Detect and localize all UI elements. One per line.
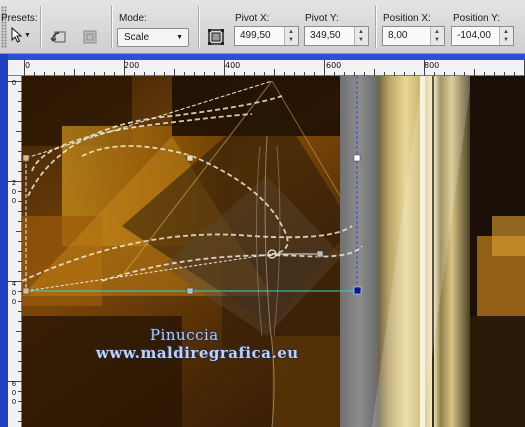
pivot-y-spinner[interactable]: ▲ ▼ [354, 27, 368, 45]
mode-select-value: Scale [124, 32, 150, 43]
pointer-tool-icon [11, 27, 23, 43]
pivot-button[interactable] [205, 26, 227, 48]
tool-options-toolbar: Presets: ▼ Mode: Scale ▼ Pivot X: 499,50… [0, 0, 525, 54]
pivot-y-value: 349,50 [310, 30, 341, 41]
image-canvas[interactable]: Pinuccia www.maldiregrafica.eu [22, 76, 525, 427]
toolbar-separator [111, 6, 113, 48]
deform-icon [83, 30, 97, 44]
ruler-label: 600 [326, 61, 342, 70]
ruler-label: 600 [11, 380, 17, 406]
position-x-value: 8,00 [388, 30, 408, 41]
window-border [0, 54, 8, 427]
position-y-label: Position Y: [453, 13, 501, 24]
spin-down-icon[interactable]: ▼ [288, 37, 294, 43]
watermark-name: Pinuccia [150, 326, 219, 344]
ruler-ticks [8, 81, 22, 422]
spin-up-icon[interactable]: ▲ [288, 29, 294, 35]
ruler-ticks [24, 60, 525, 76]
vertical-ruler: 0 200 400 600 [8, 76, 22, 427]
ruler-label: 200 [11, 179, 17, 205]
ruler-label: 400 [225, 61, 241, 70]
spin-up-icon[interactable]: ▲ [434, 29, 440, 35]
pivot-x-label: Pivot X: [235, 13, 270, 24]
pivot-frame-icon [208, 29, 224, 45]
spin-down-icon[interactable]: ▼ [434, 37, 440, 43]
mode-select[interactable]: Scale ▼ [117, 28, 189, 47]
toolbar-separator [375, 6, 377, 48]
ruler-label: 400 [11, 280, 17, 306]
spin-down-icon[interactable]: ▼ [358, 37, 364, 43]
pivot-x-spinner[interactable]: ▲ ▼ [284, 27, 298, 45]
presets-label: Presets: [1, 13, 38, 24]
watermark-url: www.maldiregrafica.eu [96, 344, 299, 362]
pivot-x-input[interactable]: 499,50 ▲ ▼ [234, 26, 299, 46]
ruler-label: 0 [11, 79, 17, 87]
spin-down-icon[interactable]: ▼ [503, 37, 509, 43]
horizontal-ruler-scale: 0 200 400 600 800 [8, 60, 525, 76]
pivot-x-value: 499,50 [240, 30, 271, 41]
free-deform-button[interactable] [79, 26, 101, 48]
position-x-spinner[interactable]: ▲ ▼ [430, 27, 444, 45]
position-y-spinner[interactable]: ▲ ▼ [499, 27, 513, 45]
pivot-y-label: Pivot Y: [305, 13, 339, 24]
ruler-label: 200 [124, 61, 140, 70]
position-y-input[interactable]: -104,00 ▲ ▼ [451, 26, 514, 46]
pivot-y-input[interactable]: 349,50 ▲ ▼ [304, 26, 369, 46]
chevron-down-icon: ▼ [24, 32, 31, 39]
presets-dropdown-button[interactable]: ▼ [8, 26, 32, 46]
horizontal-ruler: 0 200 400 600 800 [8, 54, 525, 76]
ruler-label: 800 [424, 61, 440, 70]
position-y-value: -104,00 [457, 30, 491, 41]
ruler-label: 0 [25, 61, 31, 70]
reset-rectangle-icon [50, 31, 66, 43]
chevron-down-icon: ▼ [176, 34, 183, 41]
position-x-input[interactable]: 8,00 ▲ ▼ [382, 26, 445, 46]
position-x-label: Position X: [383, 13, 431, 24]
artwork-image [22, 76, 525, 427]
spin-up-icon[interactable]: ▲ [503, 29, 509, 35]
spin-up-icon[interactable]: ▲ [358, 29, 364, 35]
mode-label: Mode: [119, 13, 147, 24]
reset-rectangle-button[interactable] [48, 26, 70, 48]
toolbar-separator [198, 6, 200, 48]
toolbar-separator [40, 6, 42, 48]
